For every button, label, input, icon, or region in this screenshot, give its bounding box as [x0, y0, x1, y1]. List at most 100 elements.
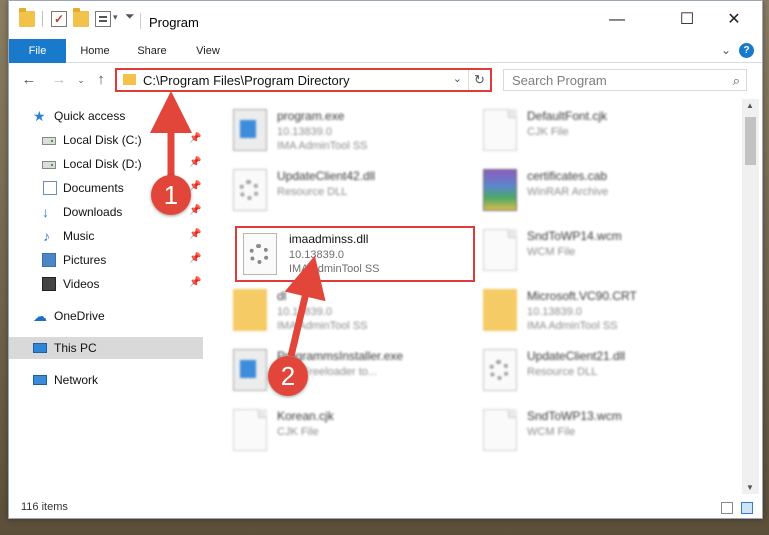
file-version: 10.13839.0	[289, 249, 345, 261]
file-company: IMA AdminTool SS	[289, 263, 380, 275]
file-item[interactable]: UpdateClient21.dll Resource DLL	[473, 343, 713, 399]
file-type: WCM File	[527, 426, 576, 438]
folder-icon	[483, 289, 517, 331]
dropdown-arrow-icon[interactable]: ▾	[113, 12, 118, 23]
pin-icon[interactable]: 📌	[189, 181, 201, 192]
help-icon[interactable]: ?	[739, 43, 754, 58]
expand-ribbon-icon[interactable]: ⌄	[721, 43, 731, 57]
up-arrow-icon[interactable]: ↑	[91, 70, 111, 90]
file-version: 10.13839.0	[527, 306, 583, 318]
videos-icon	[42, 277, 56, 291]
tab-file[interactable]: File	[9, 39, 66, 63]
step-badge-2: 2	[268, 356, 308, 396]
sidebar-item-onedrive[interactable]: ☁ OneDrive	[9, 305, 203, 327]
folder-icon	[123, 74, 136, 85]
computer-icon	[33, 343, 47, 353]
tiles-view-icon[interactable]	[741, 502, 753, 514]
page-icon	[233, 409, 267, 451]
exe-icon	[233, 349, 267, 391]
close-button[interactable]: ✕	[711, 5, 757, 35]
file-name: program.exe	[277, 109, 345, 123]
sidebar-item-music[interactable]: ♪ Music 📌	[9, 225, 203, 247]
file-item[interactable]: Microsoft.VC90.CRT 10.13839.0 IMA AdminT…	[473, 283, 713, 339]
sidebar-item-pictures[interactable]: Pictures 📌	[9, 249, 203, 271]
file-name: UpdateClient21.dll	[527, 349, 626, 363]
sidebar-item-label: This PC	[54, 341, 97, 355]
pin-icon[interactable]: 📌	[189, 253, 201, 264]
forward-arrow-icon[interactable]: →	[49, 70, 69, 90]
pin-icon[interactable]: 📌	[189, 157, 201, 168]
maximize-button[interactable]: ☐	[664, 5, 710, 35]
file-item[interactable]: program.exe 10.13839.0 IMA AdminTool SS	[223, 103, 463, 159]
file-company: IMA AdminTool SS	[527, 320, 618, 332]
recent-locations-icon[interactable]: ⌄	[71, 70, 91, 90]
tab-share[interactable]: Share	[129, 39, 175, 63]
pin-icon[interactable]: 📌	[189, 229, 201, 240]
tab-view[interactable]: View	[185, 39, 231, 63]
search-box[interactable]: Search Program ⌕	[503, 69, 747, 91]
music-icon: ♪	[43, 228, 50, 244]
back-arrow-icon[interactable]: ←	[19, 70, 39, 90]
sidebar-item-label: Documents	[63, 181, 124, 195]
refresh-icon[interactable]: ↻	[468, 70, 490, 90]
sidebar-item-local-disk-c[interactable]: Local Disk (C:) 📌	[9, 129, 203, 151]
file-item[interactable]: UpdateClient42.dll Resource DLL	[223, 163, 463, 219]
sidebar-item-this-pc[interactable]: This PC	[9, 337, 203, 359]
highlighted-file-imaadminss-dll[interactable]: imaadminss.dll 10.13839.0 IMA AdminTool …	[235, 226, 475, 282]
new-folder-icon[interactable]	[73, 8, 89, 27]
pin-icon[interactable]: 📌	[189, 205, 201, 216]
sidebar-item-videos[interactable]: Videos 📌	[9, 273, 203, 295]
sidebar-item-quick-access[interactable]: ★ Quick access	[9, 105, 203, 127]
file-version: 10.13839.0	[277, 306, 333, 318]
file-item[interactable]: DefaultFont.cjk CJK File	[473, 103, 713, 159]
step-badge-1: 1	[151, 175, 191, 215]
search-icon[interactable]: ⌕	[733, 73, 740, 89]
network-icon	[33, 375, 47, 385]
minimize-button[interactable]: —	[594, 5, 640, 35]
file-type: CJK File	[277, 426, 319, 438]
tab-home[interactable]: Home	[71, 39, 119, 63]
file-type: WinRAR Archive	[527, 186, 609, 198]
scrollbar-thumb[interactable]	[745, 117, 756, 165]
file-list: program.exe 10.13839.0 IMA AdminTool SS …	[213, 99, 743, 494]
vertical-scrollbar[interactable]: ▲ ▼	[742, 99, 759, 494]
sidebar-item-label: OneDrive	[54, 309, 105, 323]
sidebar-item-label: Local Disk (C:)	[63, 133, 142, 147]
gear-page-icon	[243, 233, 277, 275]
file-type: Resource DLL	[277, 186, 348, 198]
pin-icon[interactable]: 📌	[189, 133, 201, 144]
sidebar-item-label: Downloads	[63, 205, 123, 219]
scroll-down-icon[interactable]: ▼	[746, 483, 754, 492]
page-icon	[483, 229, 517, 271]
page-icon	[483, 409, 517, 451]
address-dropdown-icon[interactable]: ⌄	[453, 72, 462, 85]
document-icon	[43, 181, 57, 195]
title-bar: ✓ ▾ ⏷ Program — ☐ ✕	[9, 1, 762, 37]
file-name: SndToWP14.wcm	[527, 229, 622, 243]
search-input[interactable]: Search Program	[512, 73, 607, 88]
exe-icon	[233, 109, 267, 151]
pin-icon[interactable]: 📌	[189, 277, 201, 288]
address-bar[interactable]: C:\Program Files\Program Directory ⌄ ↻	[115, 68, 492, 92]
cloud-icon: ☁	[33, 308, 47, 324]
sidebar-item-local-disk-d[interactable]: Local Disk (D:) 📌	[9, 153, 203, 175]
sidebar-item-network[interactable]: Network	[9, 369, 203, 391]
sidebar-item-label: Pictures	[63, 253, 107, 267]
properties-icon[interactable]	[95, 11, 111, 27]
address-path[interactable]: C:\Program Files\Program Directory	[143, 73, 350, 88]
file-item[interactable]: certificates.cab WinRAR Archive	[473, 163, 713, 219]
file-item[interactable]: SndToWP13.wcm WCM File	[473, 403, 713, 459]
scroll-up-icon[interactable]: ▲	[746, 101, 754, 110]
navigation-bar: ← → ⌄ ↑ C:\Program Files\Program Directo…	[9, 64, 762, 98]
customize-toolbar-icon[interactable]: ⏷	[125, 9, 135, 24]
file-item[interactable]: Korean.cjk CJK File	[223, 403, 463, 459]
file-item[interactable]: SndToWP14.wcm WCM File	[473, 223, 713, 279]
explorer-window: ✓ ▾ ⏷ Program — ☐ ✕ File Home Share View…	[8, 0, 763, 519]
window-title: Program	[149, 15, 199, 30]
checkmark-properties-icon[interactable]: ✓	[51, 11, 67, 27]
file-item[interactable]: ProgrammsInstaller.exe CSY Freeloader to…	[223, 343, 463, 399]
details-view-icon[interactable]	[721, 502, 733, 514]
file-item[interactable]: dl 10.13839.0 IMA AdminTool SS	[223, 283, 463, 339]
folder-icon	[233, 289, 267, 331]
navigation-pane: ★ Quick access Local Disk (C:) 📌 Local D…	[9, 99, 205, 494]
